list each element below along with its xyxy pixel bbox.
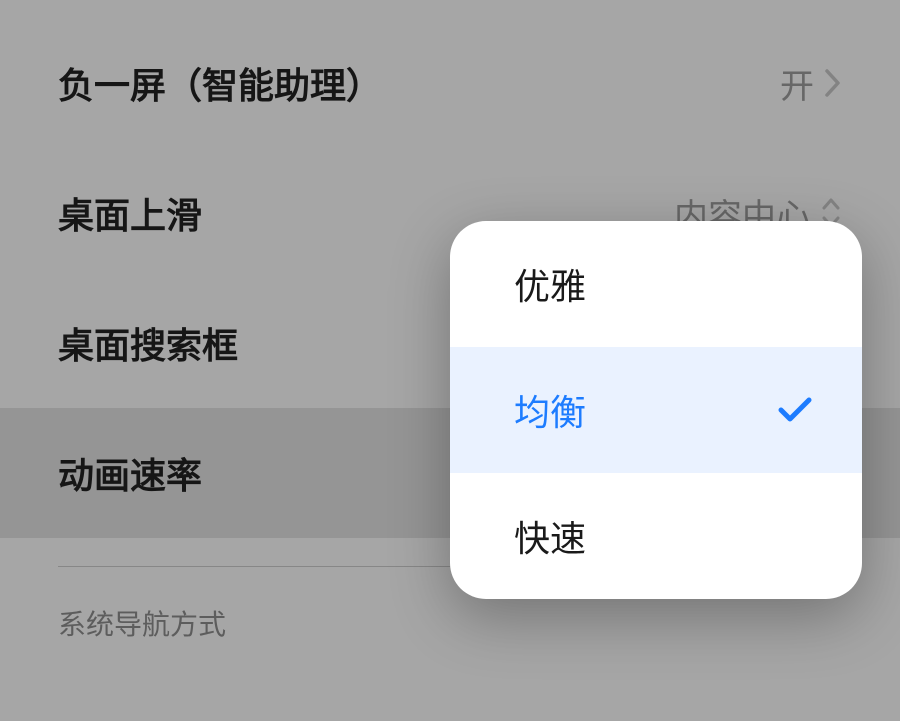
setting-row-minus-one-screen[interactable]: 负一屏（智能助理） 开 [0, 18, 900, 148]
setting-label: 负一屏（智能助理） [58, 57, 382, 109]
setting-label: 桌面搜索框 [58, 317, 238, 369]
setting-value-group: 开 [780, 59, 842, 108]
popup-option-label: 均衡 [514, 384, 586, 436]
popup-option-balanced[interactable]: 均衡 [450, 347, 862, 473]
popup-option-label: 优雅 [514, 258, 586, 310]
popup-option-label: 快速 [514, 510, 586, 562]
setting-value: 开 [780, 59, 814, 108]
check-icon [778, 397, 812, 423]
popup-option-fast[interactable]: 快速 [450, 473, 862, 599]
setting-label: 桌面上滑 [58, 187, 202, 239]
popup-option-elegant[interactable]: 优雅 [450, 221, 862, 347]
animation-speed-popup: 优雅 均衡 快速 [450, 221, 862, 599]
chevron-right-icon [824, 68, 842, 98]
setting-label: 动画速率 [58, 447, 202, 499]
